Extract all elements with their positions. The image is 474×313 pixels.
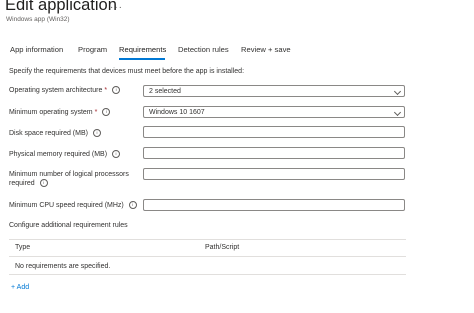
tab-app-information[interactable]: App information [10, 45, 63, 54]
os-architecture-value: 2 selected [149, 87, 181, 95]
additional-rules-heading: Configure additional requirement rules [9, 222, 128, 229]
table-top-divider [9, 239, 406, 240]
chevron-down-icon [393, 108, 402, 117]
chevron-down-icon [393, 87, 402, 96]
empty-requirements-message: No requirements are specified. [15, 263, 111, 270]
table-header-divider [9, 256, 406, 257]
os-architecture-label: Operating system architecture * i [9, 86, 121, 95]
required-marker: * [94, 109, 98, 116]
physical-memory-label: Physical memory required (MB) i [9, 150, 121, 159]
os-architecture-dropdown[interactable]: 2 selected [143, 85, 405, 97]
cpu-speed-label-text: Minimum CPU speed required (MHz) [9, 202, 124, 209]
page-subtitle: Windows app (Win32) [6, 16, 70, 23]
logical-processors-label-text: Minimum number of logical processors req… [9, 171, 129, 187]
disk-space-label: Disk space required (MB) i [9, 129, 101, 138]
min-os-label-text: Minimum operating system [9, 109, 93, 116]
min-os-value: Windows 10 1607 [149, 108, 205, 116]
required-marker: * [104, 87, 108, 94]
min-os-label: Minimum operating system * i [9, 108, 111, 117]
info-icon[interactable]: i [128, 201, 137, 210]
intro-text: Specify the requirements that devices mu… [9, 68, 245, 75]
add-requirement-link[interactable]: + Add [11, 284, 29, 291]
active-tab-indicator [119, 58, 165, 60]
more-options-icon[interactable]: ··· [110, 2, 123, 13]
disk-space-input[interactable] [143, 126, 405, 138]
page-title: Edit application [5, 0, 117, 14]
tab-program[interactable]: Program [78, 45, 107, 54]
cpu-speed-input[interactable] [143, 199, 405, 211]
cpu-speed-label: Minimum CPU speed required (MHz) i [9, 201, 137, 210]
tab-requirements[interactable]: Requirements [119, 45, 166, 54]
info-icon[interactable]: i [102, 108, 111, 117]
info-icon[interactable]: i [112, 150, 121, 159]
tab-review-save[interactable]: Review + save [241, 45, 291, 54]
info-icon[interactable]: i [112, 86, 121, 95]
info-icon[interactable]: i [39, 179, 48, 188]
tab-detection-rules[interactable]: Detection rules [178, 45, 229, 54]
column-header-type: Type [15, 244, 31, 251]
column-header-path-script: Path/Script [205, 244, 240, 251]
logical-processors-input[interactable] [143, 168, 405, 180]
physical-memory-label-text: Physical memory required (MB) [9, 151, 108, 158]
disk-space-label-text: Disk space required (MB) [9, 130, 88, 137]
os-architecture-label-text: Operating system architecture [9, 87, 103, 94]
info-icon[interactable]: i [92, 129, 101, 138]
table-bottom-divider [9, 274, 406, 275]
logical-processors-label: Minimum number of logical processors req… [9, 170, 144, 188]
min-os-dropdown[interactable]: Windows 10 1607 [143, 106, 405, 118]
physical-memory-input[interactable] [143, 147, 405, 159]
